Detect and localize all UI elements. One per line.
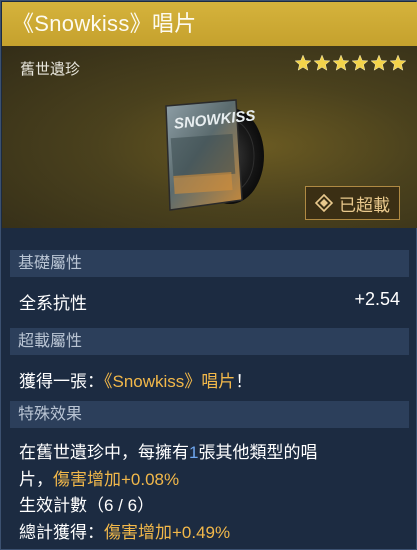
- effect-line-2: 片，傷害增加+0.08%: [19, 465, 179, 490]
- stat-name: 全系抗性: [19, 294, 87, 313]
- effect-line-1: 在舊世遺珍中，每擁有1張其他類型的唱: [19, 438, 317, 463]
- effect-line-3: 生效計數（6 / 6）: [19, 496, 155, 515]
- effect-total-bonus: 傷害增加+0.49%: [104, 523, 231, 542]
- effect-text: 張其他類型的唱: [198, 443, 318, 462]
- effect-text: 總計獲得：: [19, 523, 104, 542]
- stat-value: +2.54: [354, 289, 400, 309]
- overload-item-name: 《Snowkiss》唱片: [104, 372, 236, 391]
- item-tooltip-panel: 《Snowkiss》唱片 舊世遺珍 SNOWKISS 已超載 基礎屬性 全系抗性…: [0, 0, 417, 550]
- item-header: 《Snowkiss》唱片: [2, 2, 417, 46]
- star-icon: [332, 54, 350, 71]
- star-icon: [389, 54, 407, 71]
- overload-icon: [315, 194, 333, 212]
- overload-badge-label: 已超載: [339, 195, 390, 215]
- effect-bonus: 傷害增加+0.08%: [53, 470, 180, 489]
- effect-text: 在舊世遺珍中，每擁有: [19, 443, 189, 462]
- overload-line: 獲得一張：《Snowkiss》唱片！: [19, 367, 252, 392]
- rarity-label: 舊世遺珍: [20, 61, 81, 78]
- overload-prefix: 獲得一張：: [19, 372, 104, 391]
- effect-line-4: 總計獲得：傷害增加+0.49%: [19, 518, 230, 543]
- star-icon: [294, 54, 312, 71]
- item-title: 《Snowkiss》唱片: [12, 11, 197, 36]
- star-icon: [351, 54, 369, 71]
- effect-text: 片，: [19, 470, 53, 489]
- star-icon: [370, 54, 388, 71]
- section-base-stats-header: 基礎屬性: [10, 250, 409, 277]
- overload-badge: 已超載: [305, 186, 400, 220]
- star-icon: [313, 54, 331, 71]
- rarity-stars: [294, 54, 407, 72]
- overload-suffix: ！: [235, 372, 253, 391]
- section-overload-header: 超載屬性: [10, 328, 409, 355]
- album-record-image: SNOWKISS: [165, 99, 264, 211]
- item-hero: 舊世遺珍 SNOWKISS 已超載: [2, 46, 417, 228]
- section-special-effect-header: 特殊效果: [10, 401, 409, 428]
